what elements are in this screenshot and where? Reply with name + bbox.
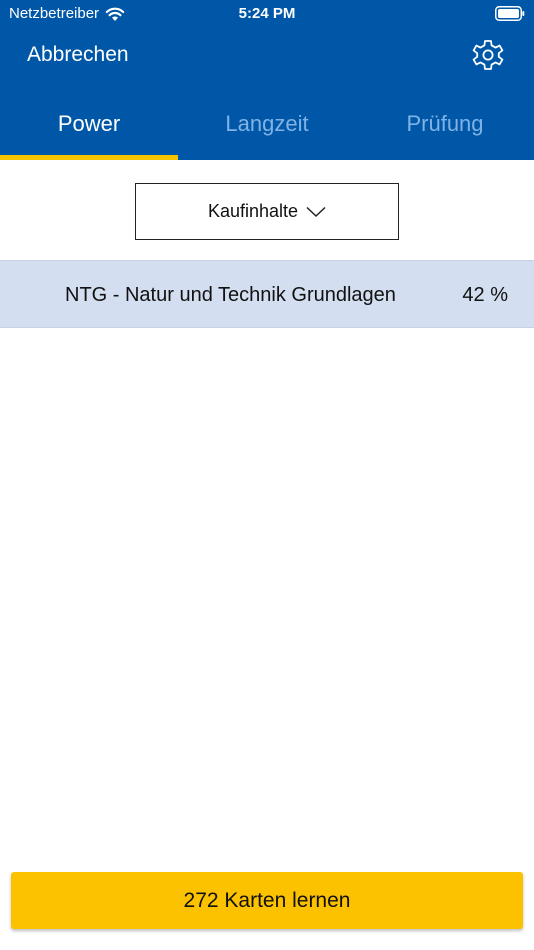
status-time: 5:24 PM: [238, 5, 296, 22]
header: Netzbetreiber 5:24 PM Abbrechen Power La…: [0, 0, 534, 160]
cancel-button[interactable]: Abbrechen: [27, 43, 129, 67]
tab-langzeit[interactable]: Langzeit: [178, 84, 356, 160]
battery-icon: [495, 6, 525, 21]
chevron-down-icon: [306, 206, 326, 217]
tab-pruefung[interactable]: Prüfung: [356, 84, 534, 160]
list-item[interactable]: NTG - Natur und Technik Grundlagen 42 %: [0, 260, 534, 328]
filter-dropdown-label: Kaufinhalte: [207, 201, 299, 221]
tab-power[interactable]: Power: [0, 84, 178, 160]
gear-icon[interactable]: [470, 37, 506, 73]
filter-dropdown[interactable]: Kaufinhalte: [135, 183, 399, 240]
nav-bar: Abbrechen: [0, 28, 534, 84]
status-bar: Netzbetreiber 5:24 PM: [0, 0, 534, 28]
learn-cards-button[interactable]: 272 Karten lernen: [11, 872, 523, 929]
list-item-percent: 42 %: [462, 284, 508, 306]
list-item-title: NTG - Natur und Technik Grundlagen: [65, 284, 396, 306]
tab-bar: Power Langzeit Prüfung: [0, 84, 534, 160]
